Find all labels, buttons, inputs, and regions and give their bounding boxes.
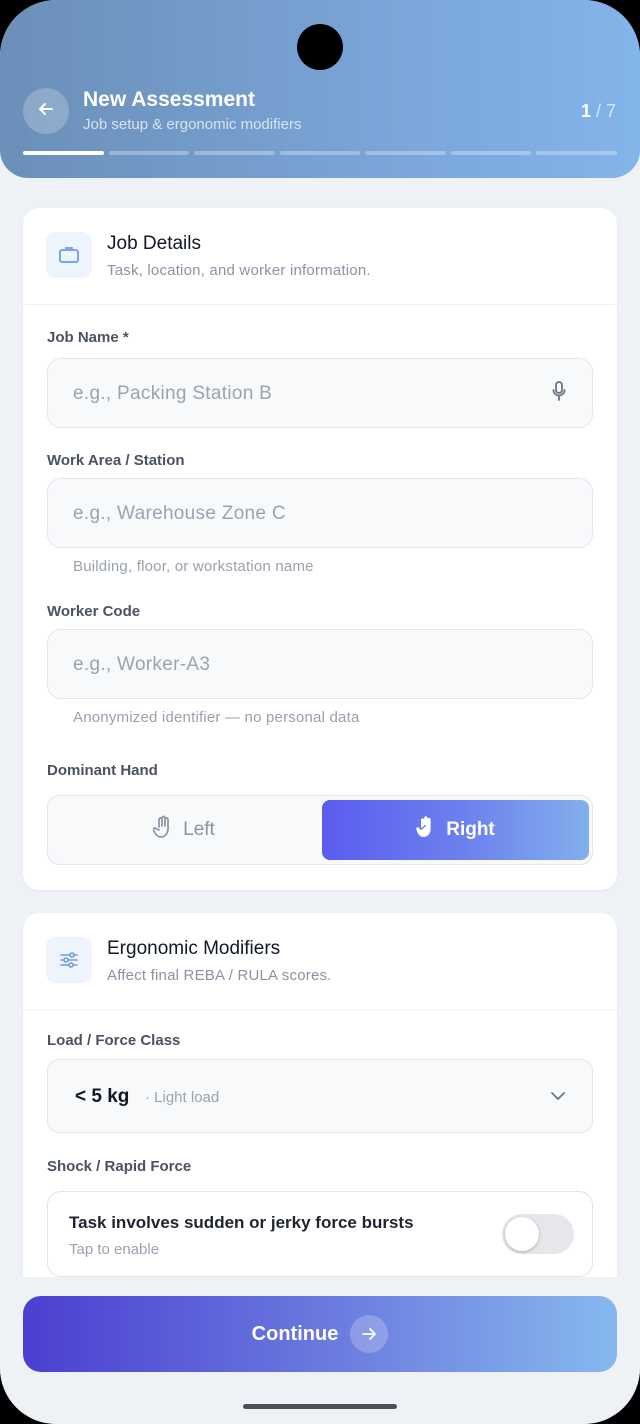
ergonomic-subtitle: Affect final REBA / RULA scores.	[107, 967, 332, 984]
job-details-title: Job Details	[107, 233, 201, 254]
ergonomic-modifiers-card: Ergonomic Modifiers Affect final REBA / …	[23, 913, 617, 1333]
page-title: New Assessment	[83, 88, 255, 111]
header: New Assessment Job setup & ergonomic mod…	[0, 0, 640, 178]
continue-button[interactable]: Continue	[23, 1296, 617, 1372]
worker-code-field[interactable]: e.g., Worker-A3	[47, 629, 593, 699]
dominant-hand-label: Dominant Hand	[47, 762, 158, 779]
hand-left-option[interactable]: Left	[48, 796, 320, 864]
load-note: · Light load	[145, 1089, 220, 1106]
toggle-knob	[505, 1217, 539, 1251]
progress-segment	[450, 151, 532, 155]
camera-cutout	[297, 24, 343, 70]
back-button[interactable]	[23, 88, 69, 134]
work-area-field[interactable]: e.g., Warehouse Zone C	[47, 478, 593, 548]
microphone-icon[interactable]	[552, 381, 566, 408]
step-current: 1	[580, 101, 591, 121]
dominant-hand-selector: Left Right	[47, 795, 593, 865]
shock-toggle-row[interactable]: Task involves sudden or jerky force burs…	[47, 1191, 593, 1277]
hand-icon	[152, 815, 173, 845]
shock-toggle-switch[interactable]	[502, 1214, 574, 1254]
shock-description: Task involves sudden or jerky force burs…	[69, 1213, 414, 1232]
work-area-hint: Building, floor, or workstation name	[73, 558, 314, 575]
progress-segment	[279, 151, 361, 155]
arrow-left-icon	[37, 100, 55, 123]
work-area-label: Work Area / Station	[47, 452, 185, 469]
job-name-placeholder: e.g., Packing Station B	[73, 383, 273, 404]
ergonomic-title: Ergonomic Modifiers	[107, 938, 281, 959]
hand-left-label: Left	[183, 819, 215, 840]
progress-segment	[23, 151, 104, 155]
progress-segment	[365, 151, 446, 155]
divider	[23, 304, 617, 305]
home-indicator	[243, 1404, 397, 1409]
hand-right-option[interactable]: Right	[322, 800, 589, 860]
progress-bar	[23, 151, 618, 155]
load-force-label: Load / Force Class	[47, 1032, 181, 1049]
sliders-icon	[46, 937, 92, 983]
progress-segment	[108, 151, 190, 155]
shock-hint: Tap to enable	[69, 1241, 160, 1258]
worker-code-hint: Anonymized identifier — no personal data	[73, 709, 360, 726]
arrow-right-icon	[350, 1315, 389, 1353]
shock-label: Shock / Rapid Force	[47, 1158, 192, 1175]
progress-segment	[536, 151, 618, 155]
page-subtitle: Job setup & ergonomic modifiers	[83, 116, 302, 133]
hand-right-label: Right	[446, 819, 495, 840]
phone-screen: New Assessment Job setup & ergonomic mod…	[0, 0, 640, 1424]
job-details-subtitle: Task, location, and worker information.	[107, 262, 371, 279]
progress-segment	[194, 151, 275, 155]
job-name-label: Job Name *	[47, 329, 129, 346]
divider	[23, 1009, 617, 1010]
load-force-select[interactable]: < 5 kg · Light load	[47, 1059, 593, 1133]
load-value: < 5 kg	[75, 1086, 130, 1107]
step-total: / 7	[590, 101, 616, 121]
job-name-field[interactable]: e.g., Packing Station B	[47, 358, 593, 428]
worker-code-placeholder: e.g., Worker-A3	[73, 654, 211, 675]
chevron-down-icon	[550, 1088, 566, 1109]
step-counter: 1 / 7	[581, 101, 616, 122]
job-details-card: Job Details Task, location, and worker i…	[23, 208, 617, 890]
worker-code-label: Worker Code	[47, 603, 141, 620]
briefcase-icon	[46, 232, 92, 278]
continue-label: Continue	[251, 1322, 339, 1345]
work-area-placeholder: e.g., Warehouse Zone C	[73, 503, 286, 524]
hand-icon	[416, 815, 436, 845]
